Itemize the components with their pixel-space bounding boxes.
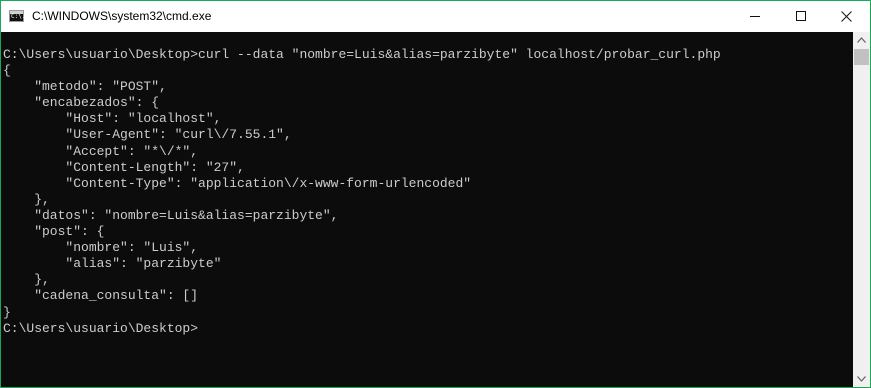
console-line: "nombre": "Luis", <box>3 240 199 256</box>
minimize-button[interactable] <box>732 1 778 32</box>
console-output: C:\Users\usuario\Desktop>curl --data "no… <box>3 47 721 337</box>
cmd-icon[interactable]: C:\. <box>9 10 26 22</box>
scroll-down-arrow-icon <box>857 376 866 382</box>
title-bar[interactable]: C:\. C:\WINDOWS\system32\cmd.exe <box>1 1 870 32</box>
console-line: } <box>3 304 11 320</box>
close-icon <box>841 11 852 22</box>
console-line: }, <box>3 191 50 207</box>
vertical-scrollbar[interactable] <box>853 32 870 387</box>
console-line: "Accept": "*\/*", <box>3 143 199 159</box>
console-line: "Content-Type": "application\/x-www-form… <box>3 175 472 191</box>
console-line: "User-Agent": "curl\/7.55.1", <box>3 127 292 143</box>
console-line: "metodo": "POST", <box>3 79 167 95</box>
console-line: "Host": "localhost", <box>3 111 222 127</box>
console-line: "Content-Length": "27", <box>3 159 245 175</box>
close-button[interactable] <box>824 1 870 32</box>
console-prompt-line: C:\Users\usuario\Desktop> <box>3 320 199 336</box>
scroll-thumb[interactable] <box>854 49 869 65</box>
scroll-up-button[interactable] <box>853 32 870 48</box>
cmd-icon-glyph: C:\. <box>11 13 26 20</box>
console-line: { <box>3 63 11 79</box>
console-line: }, <box>3 272 50 288</box>
console-line: "datos": "nombre=Luis&alias=parzibyte", <box>3 207 339 223</box>
cmd-window: C:\. C:\WINDOWS\system32\cmd.exe C:\User… <box>0 0 871 388</box>
window-title: C:\WINDOWS\system32\cmd.exe <box>32 9 212 23</box>
console-line: "alias": "parzibyte" <box>3 256 222 272</box>
console-line: "post": { <box>3 224 105 240</box>
console-line: "cadena_consulta": [] <box>3 288 199 304</box>
console-area[interactable]: C:\Users\usuario\Desktop>curl --data "no… <box>1 32 853 387</box>
scroll-up-arrow-icon <box>857 37 866 43</box>
scroll-down-button[interactable] <box>853 371 870 387</box>
maximize-button[interactable] <box>778 1 824 32</box>
console-line: C:\Users\usuario\Desktop>curl --data "no… <box>3 47 721 62</box>
console-line: "encabezados": { <box>3 95 160 111</box>
